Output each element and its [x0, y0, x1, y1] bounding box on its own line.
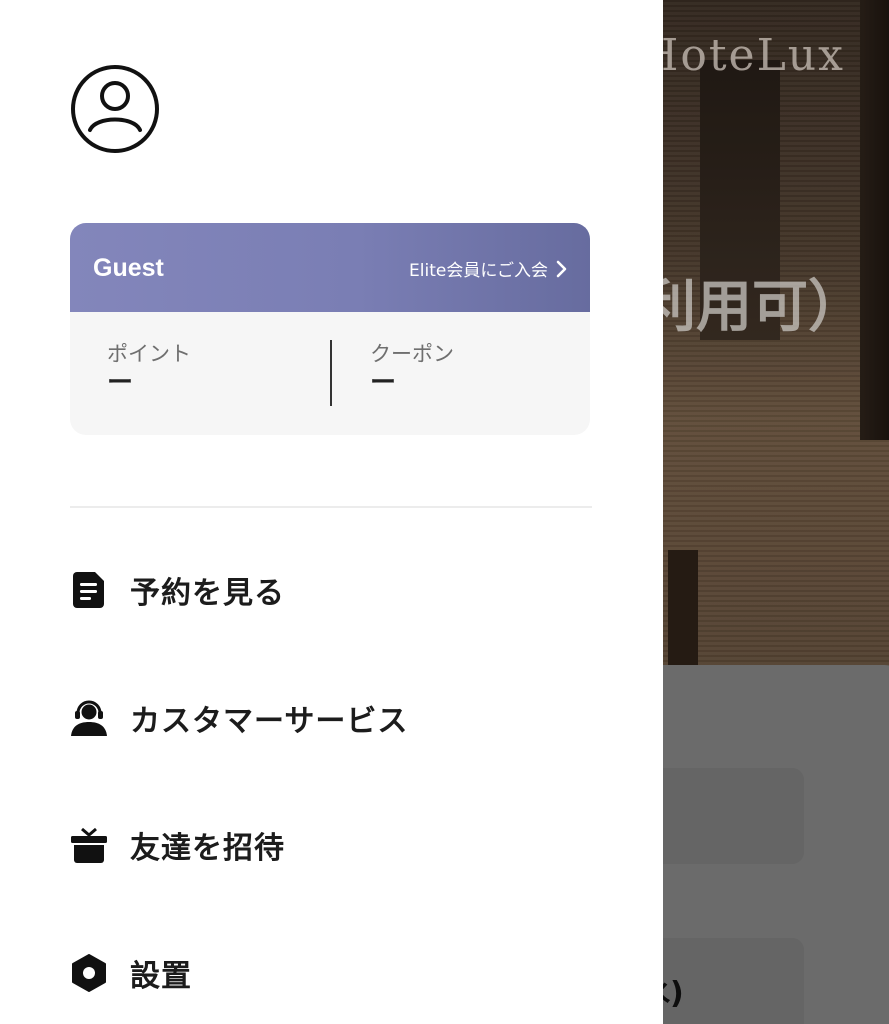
- coupons-value: ー: [370, 368, 397, 398]
- menu-item-label: カスタマーサービス: [130, 704, 409, 739]
- elite-signup-link[interactable]: Elite会員にご入会: [409, 256, 568, 281]
- user-circle-icon[interactable]: [70, 64, 160, 154]
- menu-item-label: 友達を招待: [130, 831, 285, 866]
- coupons-label: クーポン: [370, 342, 454, 366]
- app-screen: HoteLux 利用可） 水) Guest Elite会員にご入会: [0, 0, 889, 1024]
- stat-divider: [330, 340, 332, 406]
- menu-item-settings[interactable]: 設置: [70, 943, 590, 1003]
- side-drawer: Guest Elite会員にご入会 ポイント ー クーポン ー 予約を見る カス…: [0, 0, 663, 1024]
- points-stat[interactable]: ポイント ー: [107, 342, 191, 398]
- member-card-stats: ポイント ー クーポン ー: [70, 312, 590, 435]
- gift-icon: [70, 826, 108, 864]
- menu-item-reservations[interactable]: 予約を見る: [70, 560, 590, 620]
- gear-icon: [70, 954, 108, 992]
- points-value: ー: [107, 368, 134, 398]
- menu-item-label: 設置: [130, 959, 192, 994]
- menu-item-invite-friends[interactable]: 友達を招待: [70, 815, 590, 875]
- menu-item-customer-service[interactable]: カスタマーサービス: [70, 688, 590, 748]
- section-divider: [70, 506, 592, 508]
- menu-item-label: 予約を見る: [130, 576, 285, 611]
- member-name: Guest: [93, 254, 164, 282]
- document-icon: [70, 571, 108, 609]
- chevron-right-icon: [556, 260, 568, 278]
- elite-signup-label: Elite会員にご入会: [409, 261, 548, 281]
- points-label: ポイント: [107, 342, 191, 366]
- member-card-header: Guest Elite会員にご入会: [70, 223, 590, 312]
- headset-agent-icon: [70, 699, 108, 737]
- coupons-stat[interactable]: クーポン ー: [370, 342, 454, 398]
- member-card: Guest Elite会員にご入会 ポイント ー クーポン ー: [70, 223, 590, 435]
